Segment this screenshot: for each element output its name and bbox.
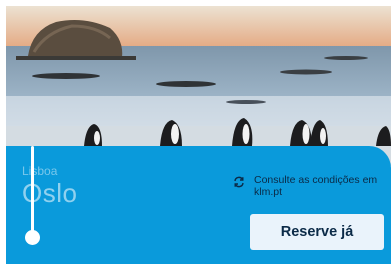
destination-city: Oslo <box>22 178 78 208</box>
origin-city: Lisboa <box>22 164 58 178</box>
conditions-text: Consulte as condições em klm.pt <box>254 174 378 198</box>
reserve-button[interactable]: Reserve já <box>250 214 384 250</box>
beach-penguins-photo <box>6 6 391 166</box>
route-end-dot <box>25 230 40 245</box>
sync-icon <box>234 176 244 188</box>
conditions-note[interactable]: Consulte as condições em klm.pt <box>234 174 384 198</box>
flight-offer-card[interactable]: Lisboa Oslo Consulte as condições em klm… <box>6 6 391 264</box>
